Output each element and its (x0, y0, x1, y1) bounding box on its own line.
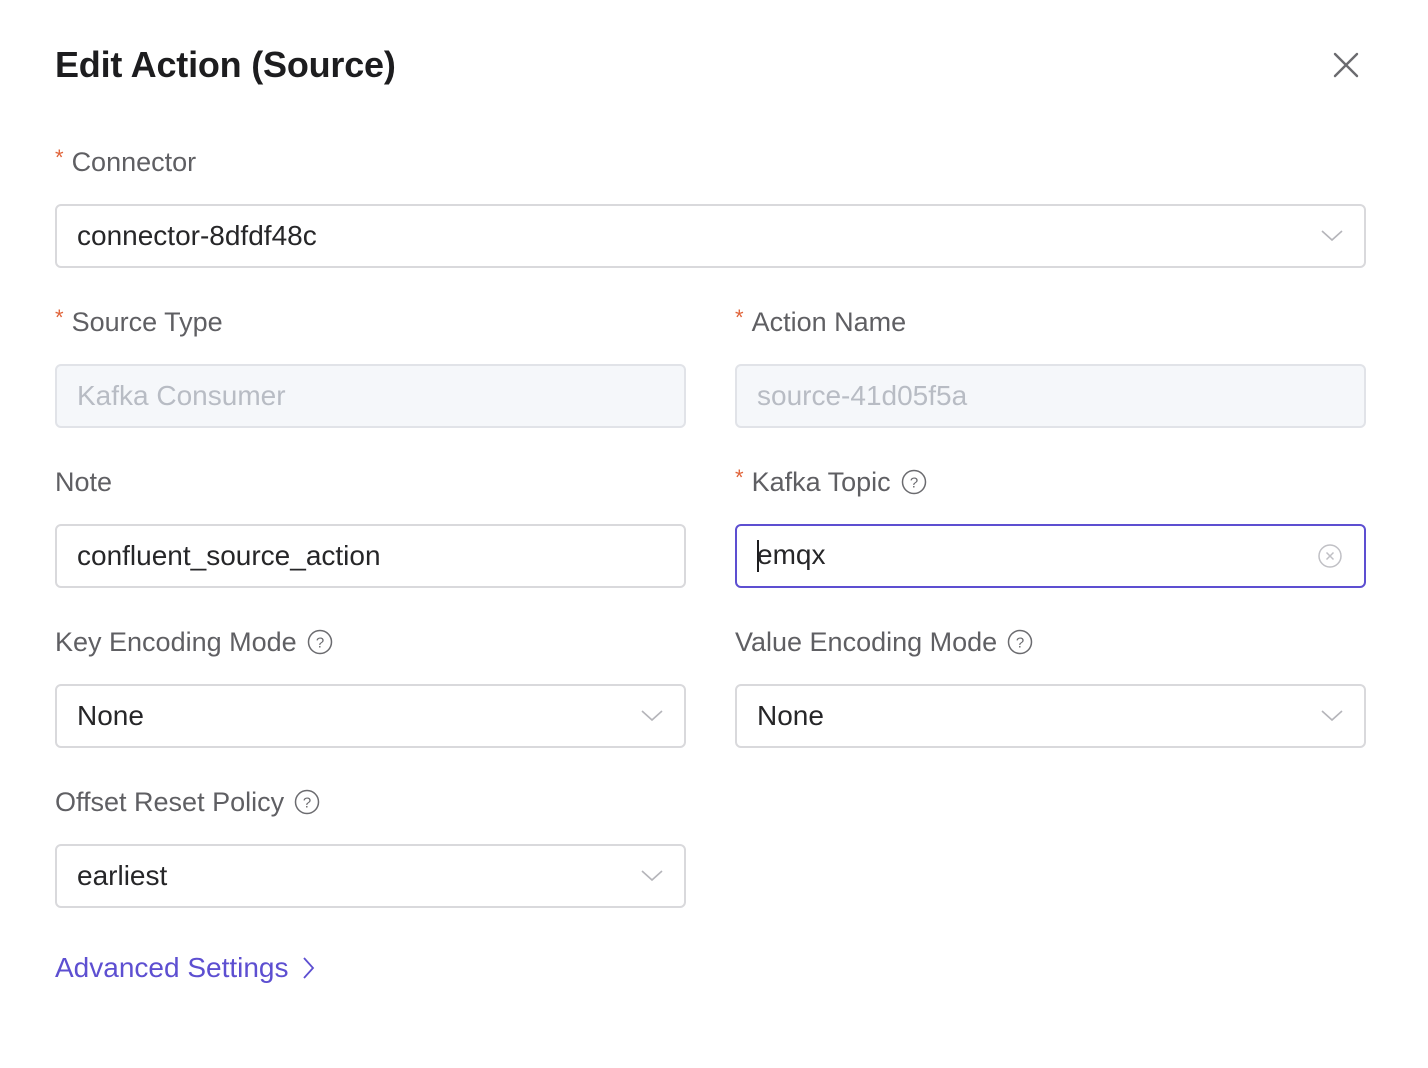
connector-select[interactable]: connector-8dfdf48c (55, 204, 1366, 268)
chevron-right-icon (302, 957, 315, 979)
text-cursor (757, 539, 759, 572)
chevron-down-icon (640, 704, 664, 728)
value-encoding-mode-select[interactable]: None (735, 684, 1366, 748)
action-name-input: source-41d05f5a (735, 364, 1366, 428)
required-marker: * (55, 145, 64, 170)
source-type-value: Kafka Consumer (77, 380, 286, 411)
clear-circle-icon[interactable] (1316, 542, 1344, 570)
help-icon[interactable]: ? (901, 469, 927, 495)
key-encoding-mode-label: Key Encoding Mode ? (55, 622, 686, 662)
required-marker: * (735, 465, 744, 490)
kafka-topic-label: * Kafka Topic ? (735, 462, 1366, 502)
kafka-topic-value: emqx (757, 539, 826, 571)
svg-text:?: ? (303, 795, 311, 812)
connector-value: connector-8dfdf48c (77, 220, 317, 251)
close-icon (1333, 52, 1359, 78)
key-encoding-mode-value: None (77, 700, 144, 731)
edit-action-dialog: Edit Action (Source) * Connector connect… (0, 0, 1428, 1068)
source-type-field: * Source Type Kafka Consumer (55, 302, 686, 428)
note-input[interactable]: confluent_source_action (55, 524, 686, 588)
note-value: confluent_source_action (77, 540, 381, 571)
note-field: Note confluent_source_action (55, 462, 686, 588)
connector-label: * Connector (55, 142, 1366, 182)
required-marker: * (735, 305, 744, 330)
chevron-down-icon (640, 864, 664, 888)
help-icon[interactable]: ? (1007, 629, 1033, 655)
kafka-topic-input[interactable]: emqx (735, 524, 1366, 588)
action-name-value: source-41d05f5a (757, 380, 968, 411)
svg-text:?: ? (315, 635, 323, 652)
dialog-title: Edit Action (Source) (55, 44, 396, 85)
source-type-label: * Source Type (55, 302, 686, 342)
kafka-topic-field: * Kafka Topic ? emqx (735, 462, 1366, 588)
note-label: Note (55, 467, 113, 497)
chevron-down-icon (1320, 704, 1344, 728)
action-name-label: * Action Name (735, 302, 1366, 342)
offset-reset-policy-label: Offset Reset Policy ? (55, 782, 686, 822)
svg-text:?: ? (1016, 635, 1024, 652)
help-icon[interactable]: ? (294, 789, 320, 815)
value-encoding-mode-value: None (757, 700, 824, 731)
value-encoding-mode-label: Value Encoding Mode ? (735, 622, 1366, 662)
key-encoding-mode-field: Key Encoding Mode ? None (55, 622, 686, 748)
offset-reset-policy-field: Offset Reset Policy ? earliest (55, 782, 686, 908)
chevron-down-icon (1320, 224, 1344, 248)
action-name-field: * Action Name source-41d05f5a (735, 302, 1366, 428)
close-button[interactable] (1330, 49, 1362, 81)
svg-text:?: ? (909, 475, 917, 492)
help-icon[interactable]: ? (307, 629, 333, 655)
advanced-settings-label: Advanced Settings (55, 952, 289, 983)
value-encoding-mode-field: Value Encoding Mode ? None (735, 622, 1366, 748)
offset-reset-policy-value: earliest (77, 860, 168, 891)
offset-reset-policy-select[interactable]: earliest (55, 844, 686, 908)
required-marker: * (55, 305, 64, 330)
advanced-settings-link[interactable]: Advanced Settings (55, 952, 315, 984)
key-encoding-mode-select[interactable]: None (55, 684, 686, 748)
source-type-input: Kafka Consumer (55, 364, 686, 428)
connector-field: * Connector connector-8dfdf48c (55, 142, 1366, 268)
